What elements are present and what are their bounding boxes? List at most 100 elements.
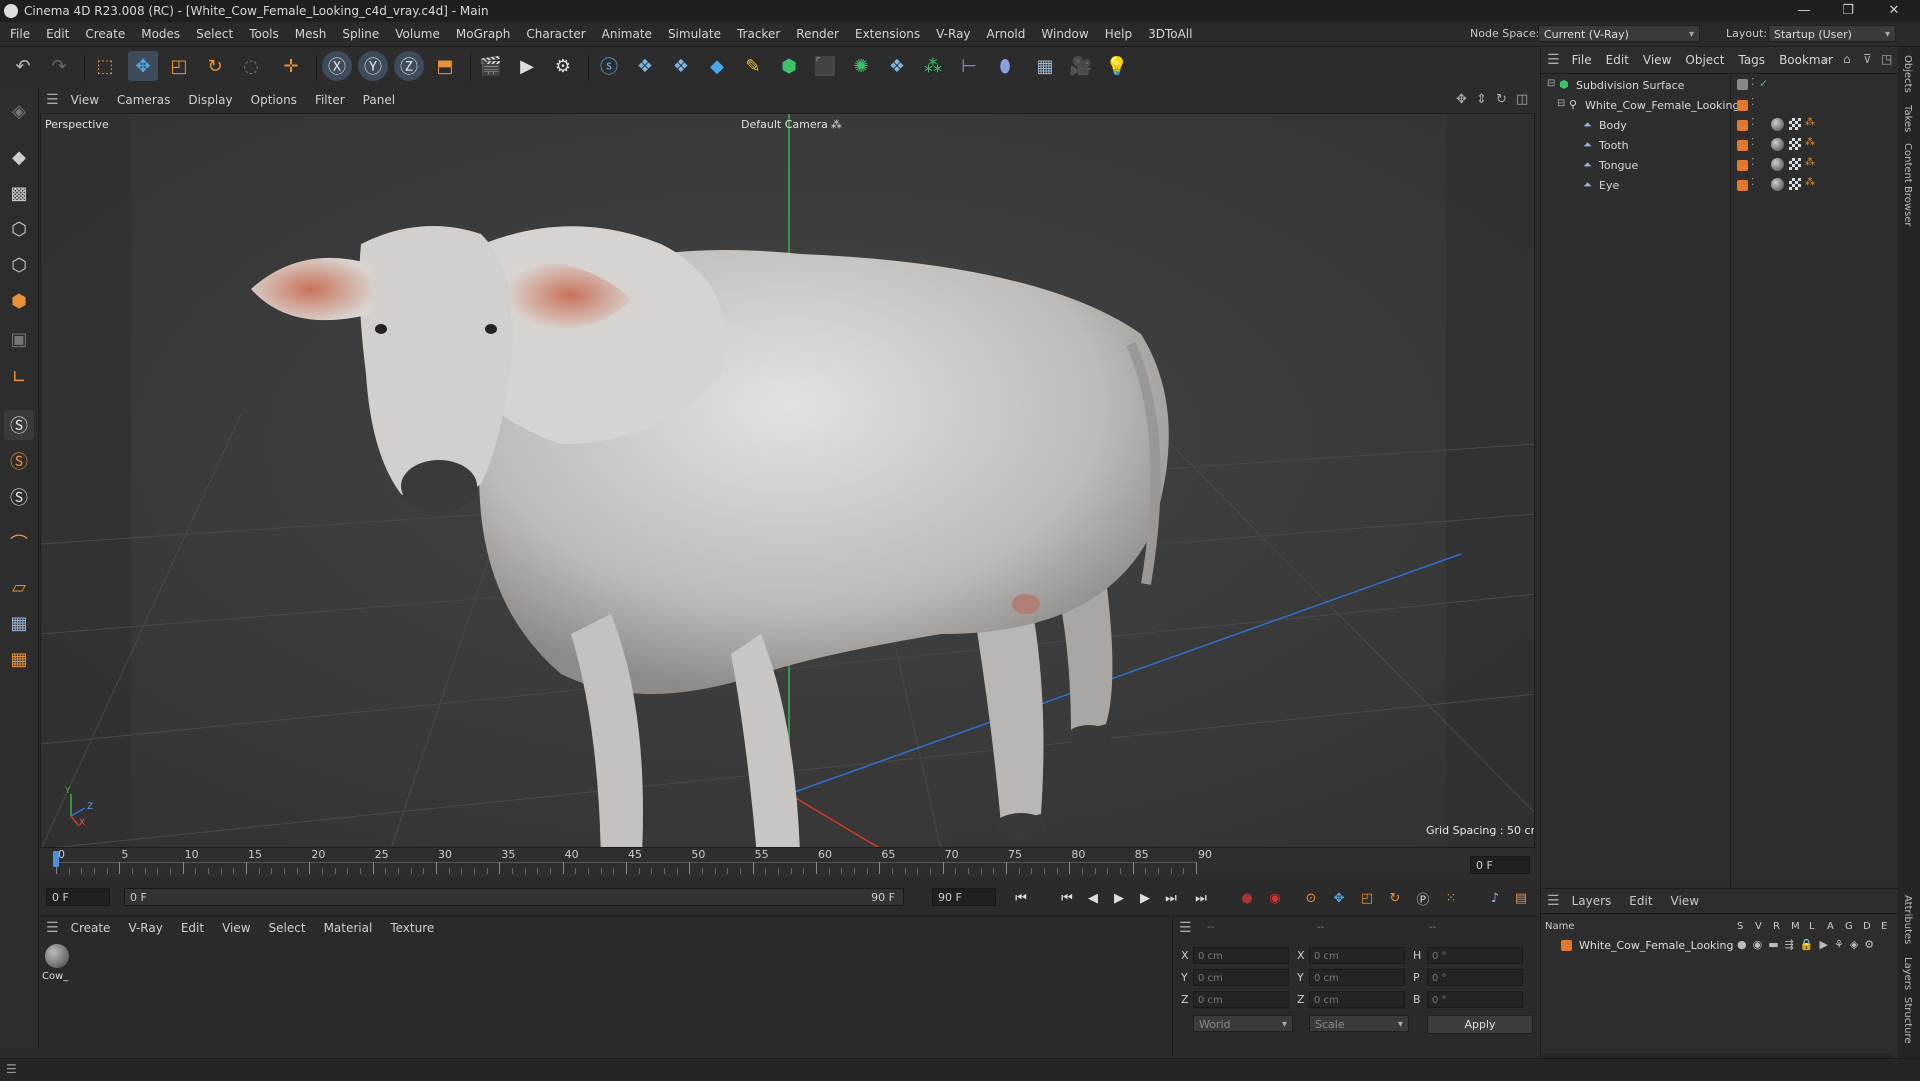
viewport-menu-view[interactable]: View	[71, 88, 99, 112]
layers-menu-layers[interactable]: Layers	[1572, 894, 1612, 908]
viewport-menu-filter[interactable]: Filter	[315, 88, 345, 112]
expand-toggle-icon[interactable]: ⊟	[1547, 78, 1555, 89]
menu-animate[interactable]: Animate	[594, 22, 660, 46]
snap-settings-icon[interactable]: Ⓢ	[4, 446, 34, 476]
polygons-mode-icon[interactable]: ⬢	[4, 286, 34, 316]
camera-icon[interactable]: 🎥	[1066, 51, 1096, 81]
cloner-icon[interactable]: ✺	[846, 51, 876, 81]
layer-toggles-icon[interactable]: ●◉▬⇶🔒▶⚘◈⚙	[1737, 938, 1880, 951]
menu-window[interactable]: Window	[1033, 22, 1096, 46]
viewport[interactable]: Perspective Default Camera ⁂ Grid Spacing…	[40, 113, 1535, 848]
size-y-field[interactable]: 0 cm	[1309, 969, 1405, 986]
pen-icon[interactable]: ✎	[738, 51, 768, 81]
deformer-icon[interactable]: ⊢	[954, 51, 984, 81]
layers-menu-view[interactable]: View	[1671, 894, 1699, 908]
objects-search-icon[interactable]: ⌕	[1823, 52, 1830, 67]
viewport-menu-cameras[interactable]: Cameras	[117, 88, 170, 112]
menu-tools[interactable]: Tools	[241, 22, 287, 46]
key-pla-icon[interactable]: ⁙	[1440, 887, 1462, 909]
quantize-icon[interactable]: Ⓢ	[4, 482, 34, 512]
visibility-dots-icon[interactable]: ⁚	[1751, 77, 1754, 88]
object-row-tooth[interactable]: ⏶ Tooth ⁚ ⁂	[1541, 136, 1898, 156]
rot-h-field[interactable]: 0 °	[1427, 947, 1523, 964]
rotate-icon[interactable]: ↻	[200, 51, 230, 81]
material-menu-material[interactable]: Material	[324, 916, 373, 940]
viewport-layout-icon[interactable]: ◫	[1516, 92, 1528, 107]
material-tag-icon[interactable]	[1771, 158, 1784, 171]
visibility-dots-icon[interactable]: ⁚	[1751, 97, 1754, 108]
side-tab-attributes[interactable]: Attributes	[1902, 895, 1913, 944]
close-button[interactable]: ✕	[1872, 0, 1916, 22]
layer-col-render[interactable]: R	[1773, 921, 1791, 932]
menu-arnold[interactable]: Arnold	[979, 22, 1034, 46]
material-tag-icon[interactable]	[1771, 138, 1784, 151]
cube-icon[interactable]: ◆	[702, 51, 732, 81]
layer-col-animation[interactable]: A	[1827, 921, 1845, 932]
snap-icon[interactable]: Ⓢ	[4, 410, 34, 440]
size-z-field[interactable]: 0 cm	[1309, 991, 1405, 1008]
visibility-dots-icon[interactable]: ⁚	[1751, 177, 1754, 188]
rot-b-field[interactable]: 0 °	[1427, 991, 1523, 1008]
viewport-menu-display[interactable]: Display	[188, 88, 232, 112]
current-frame-field[interactable]: 0 F	[1470, 856, 1530, 874]
mograph-icon[interactable]: ⁂	[918, 51, 948, 81]
coordinates-menu-icon[interactable]: ☰	[1179, 920, 1192, 936]
object-row-eye[interactable]: ⏶ Eye ⁚ ⁂	[1541, 176, 1898, 196]
uvw-tag-icon[interactable]	[1789, 178, 1801, 190]
previous-frame-icon[interactable]: ◀	[1082, 887, 1104, 909]
viewport-menu-icon[interactable]: ☰	[46, 92, 59, 108]
render-picture-viewer-icon[interactable]: ▶	[512, 51, 542, 81]
side-tab-objects[interactable]: Objects	[1902, 55, 1913, 93]
z-axis-lock-icon[interactable]: Ⓩ	[394, 51, 424, 81]
material-menu-view[interactable]: View	[222, 916, 250, 940]
record-keys-icon[interactable]: ●	[1236, 887, 1258, 909]
objects-menu-file[interactable]: File	[1572, 47, 1592, 73]
object-row-cow-null[interactable]: ⊟ ⚲ White_Cow_Female_Looking ⁚	[1541, 96, 1898, 116]
menu-mesh[interactable]: Mesh	[287, 22, 335, 46]
side-tab-content-browser[interactable]: Content Browser	[1902, 143, 1913, 226]
uvw-tag-icon[interactable]	[1789, 158, 1801, 170]
material-swatch[interactable]: Cow_	[42, 944, 72, 988]
light-icon[interactable]: 💡	[1102, 51, 1132, 81]
start-frame-field[interactable]: 0 F	[46, 888, 110, 906]
undo-icon[interactable]: ↶	[8, 51, 38, 81]
uv-mode-icon[interactable]: ▣	[4, 324, 34, 354]
layer-col-deformers[interactable]: D	[1863, 921, 1881, 932]
coordinate-system-icon[interactable]: ⬒	[430, 51, 460, 81]
rot-p-field[interactable]: 0 °	[1427, 969, 1523, 986]
coordinate-mode-dropdown[interactable]: Scale	[1309, 1015, 1409, 1033]
layout-dropdown[interactable]: Startup (User)	[1768, 25, 1896, 43]
visibility-dots-icon[interactable]: ⁚	[1751, 117, 1754, 128]
menu-file[interactable]: File	[2, 22, 38, 46]
minimize-button[interactable]: —	[1782, 0, 1826, 22]
objects-menu-edit[interactable]: Edit	[1606, 47, 1629, 73]
objects-filter-icon[interactable]: ⊽	[1863, 52, 1872, 66]
menu-extensions[interactable]: Extensions	[847, 22, 928, 46]
objects-menu-object[interactable]: Object	[1685, 47, 1724, 73]
uvw-tag-icon[interactable]	[1789, 118, 1801, 130]
environment-icon[interactable]: ⬮	[990, 51, 1020, 81]
timeline-ruler[interactable]: 0 5 10 15 20 25 30 35 40 45 50 55 60 65 70 75 80 85 90 0 F	[40, 848, 1535, 878]
points-mode-icon[interactable]: ⬡	[4, 214, 34, 244]
layer-col-solo[interactable]: S	[1737, 921, 1755, 932]
apply-button[interactable]: Apply	[1427, 1015, 1533, 1034]
menu-tracker[interactable]: Tracker	[729, 22, 788, 46]
menu-volume[interactable]: Volume	[387, 22, 448, 46]
restore-button[interactable]: ❐	[1826, 0, 1870, 22]
key-position-icon[interactable]: ✥	[1328, 887, 1350, 909]
menu-character[interactable]: Character	[518, 22, 593, 46]
node-space-dropdown[interactable]: Current (V-Ray)	[1538, 25, 1700, 43]
objects-menu-view[interactable]: View	[1643, 47, 1671, 73]
frame-range-slider[interactable]: 0 F 90 F	[124, 888, 904, 906]
viewport-menu-options[interactable]: Options	[251, 88, 297, 112]
layer-col-view[interactable]: V	[1755, 921, 1773, 932]
objects-menu-tags[interactable]: Tags	[1738, 47, 1765, 73]
model-mode-icon[interactable]: ◆	[4, 142, 34, 172]
make-editable-icon[interactable]: ◈	[4, 96, 34, 126]
key-parameter-icon[interactable]: Ⓟ	[1412, 887, 1434, 909]
texture-mode-icon[interactable]: ▩	[4, 178, 34, 208]
menu-create[interactable]: Create	[77, 22, 133, 46]
viewport-camera-label[interactable]: Default Camera ⁂	[741, 118, 842, 131]
recent-tools-icon[interactable]: ◌	[236, 51, 266, 81]
object-row-subdivision-surface[interactable]: ⊟ ⬢ Subdivision Surface ⁚ ✓	[1541, 76, 1898, 96]
